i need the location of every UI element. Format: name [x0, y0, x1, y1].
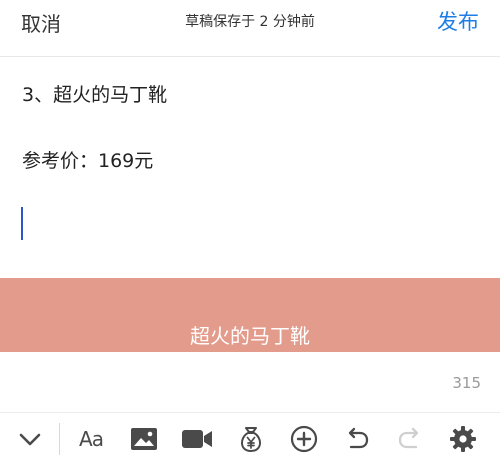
word-count: 315: [452, 374, 481, 392]
insert-video-button[interactable]: [181, 423, 213, 455]
font-style-button[interactable]: Aa: [75, 423, 107, 455]
insert-image-button[interactable]: [128, 423, 160, 455]
chevron-down-icon: [17, 426, 43, 452]
collapse-keyboard-button[interactable]: [14, 423, 46, 455]
undo-button[interactable]: [341, 423, 373, 455]
undo-icon: [344, 426, 370, 452]
editor-line-price[interactable]: 参考价：169元: [22, 146, 153, 173]
settings-icon: [449, 425, 477, 453]
publish-button[interactable]: 发布: [437, 6, 479, 36]
font-style-icon: Aa: [79, 427, 104, 451]
settings-button[interactable]: [447, 423, 479, 455]
editor-line-title[interactable]: 3、超火的马丁靴: [22, 80, 167, 107]
editor-toolbar: Aa: [0, 412, 500, 464]
redo-icon: [397, 426, 423, 452]
draft-status: 草稿保存于 2 分钟前: [185, 14, 315, 30]
money-bag-icon: [236, 424, 266, 454]
add-icon: [290, 425, 318, 453]
toolbar-divider: [59, 423, 60, 455]
video-icon: [181, 428, 213, 450]
redo-button[interactable]: [394, 423, 426, 455]
inserted-image[interactable]: 超火的马丁靴: [0, 278, 500, 352]
top-bar: 取消 草稿保存于 2 分钟前 发布: [0, 0, 500, 57]
insert-product-button[interactable]: [235, 423, 267, 455]
image-icon: [130, 427, 158, 451]
insert-more-button[interactable]: [288, 423, 320, 455]
text-caret: [21, 207, 23, 240]
image-caption: 超火的马丁靴: [190, 324, 310, 348]
